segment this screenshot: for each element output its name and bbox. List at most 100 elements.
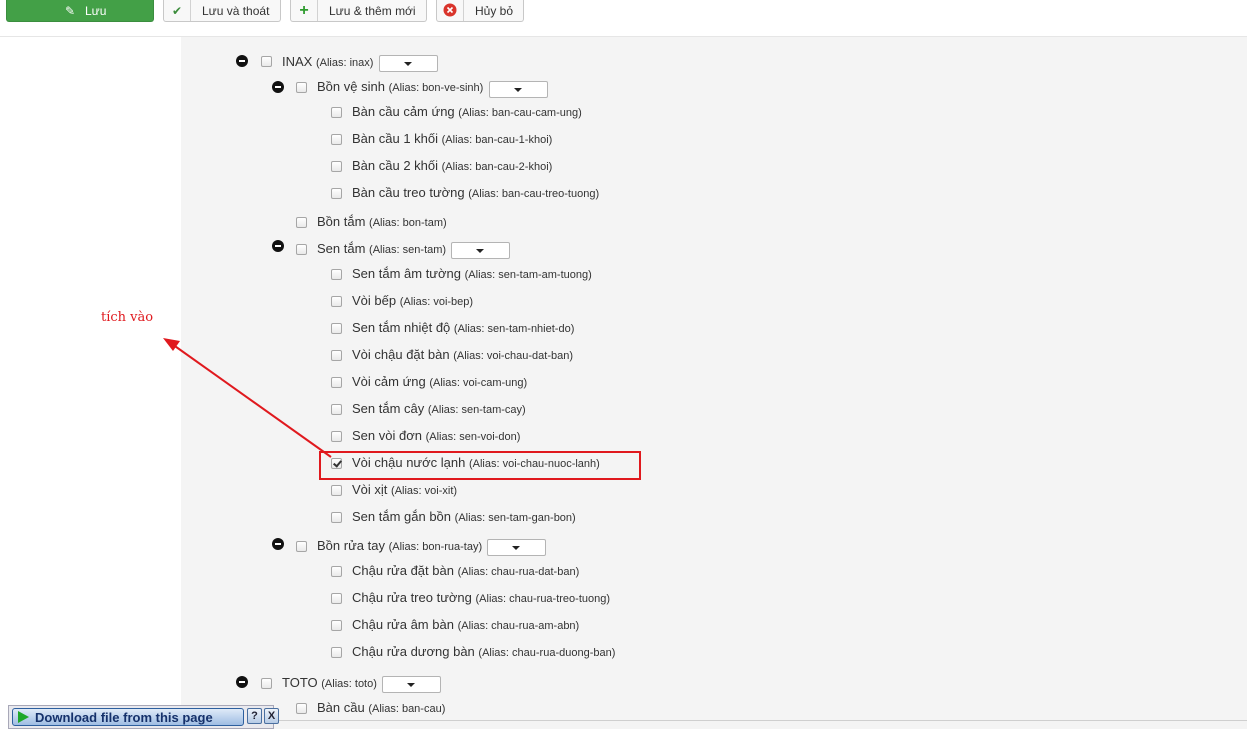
- node-label: Sen vòi đơn: [352, 428, 422, 443]
- checkbox[interactable]: [331, 188, 342, 199]
- tree-node-ban-cau-1-khoi: Bàn cầu 1 khối (Alias: ban-cau-1-khoi): [352, 129, 552, 149]
- order-dropdown[interactable]: [489, 81, 548, 98]
- download-bar: Download file from this page ? X: [8, 705, 279, 729]
- cancel-label: Hủy bỏ: [475, 4, 514, 18]
- checkbox[interactable]: [331, 647, 342, 658]
- node-label: Vòi chậu đặt bàn: [352, 347, 450, 362]
- node-alias: (Alias: bon-ve-sinh): [388, 82, 484, 94]
- order-dropdown[interactable]: [379, 55, 438, 72]
- category-tree: INAX (Alias: inax) Bồn vệ sinh (Alias: b…: [181, 37, 1247, 729]
- cancel-button[interactable]: Hủy bỏ: [436, 0, 524, 22]
- tree-node-toto: TOTO (Alias: toto): [282, 673, 377, 693]
- node-label: Chậu rửa âm bàn: [352, 617, 454, 632]
- close-icon[interactable]: X: [264, 708, 279, 724]
- save-button-label: Lưu: [85, 4, 107, 18]
- checkbox[interactable]: [331, 566, 342, 577]
- checkbox[interactable]: [296, 244, 307, 255]
- node-alias: (Alias: ban-cau-2-khoi): [441, 161, 553, 173]
- order-dropdown[interactable]: [382, 676, 441, 693]
- tree-node-voi-bep: Vòi bếp (Alias: voi-bep): [352, 291, 473, 311]
- checkbox[interactable]: [331, 161, 342, 172]
- node-label: INAX: [282, 54, 313, 69]
- node-alias: (Alias: sen-tam-am-tuong): [464, 269, 592, 281]
- node-alias: (Alias: voi-bep): [399, 296, 474, 308]
- node-alias: (Alias: chau-rua-dat-ban): [457, 566, 580, 578]
- collapse-icon[interactable]: [272, 81, 284, 93]
- save-and-close-label: Lưu và thoát: [202, 4, 270, 18]
- node-label: Chậu rửa treo tường: [352, 590, 472, 605]
- save-and-close-button[interactable]: ✔ Lưu và thoát: [163, 0, 281, 22]
- node-alias: (Alias: sen-tam-nhiet-do): [453, 323, 575, 335]
- collapse-icon[interactable]: [272, 538, 284, 550]
- node-label: Sen tắm cây: [352, 401, 425, 416]
- checkbox[interactable]: [331, 485, 342, 496]
- node-label: Chậu rửa đặt bàn: [352, 563, 454, 578]
- node-label: Bàn cầu 1 khối: [352, 131, 439, 146]
- checkbox[interactable]: [331, 350, 342, 361]
- save-and-new-label: Lưu & thêm mới: [329, 4, 416, 18]
- tree-node-ban-cau: Bàn cầu (Alias: ban-cau): [317, 698, 445, 718]
- help-icon[interactable]: ?: [247, 708, 262, 724]
- collapse-icon[interactable]: [236, 55, 248, 67]
- checkbox[interactable]: [331, 269, 342, 280]
- save-and-new-button[interactable]: + Lưu & thêm mới: [290, 0, 427, 22]
- node-alias: (Alias: inax): [315, 57, 374, 69]
- tree-node-ban-cau-2-khoi: Bàn cầu 2 khối (Alias: ban-cau-2-khoi): [352, 156, 552, 176]
- checkbox[interactable]: [331, 593, 342, 604]
- checkbox[interactable]: [331, 296, 342, 307]
- checkbox[interactable]: [331, 134, 342, 145]
- node-alias: (Alias: sen-tam): [369, 244, 447, 256]
- node-alias: (Alias: bon-rua-tay): [388, 541, 483, 553]
- tree-node-sen-tam-cay: Sen tắm cây (Alias: sen-tam-cay): [352, 399, 526, 419]
- node-alias: (Alias: ban-cau-treo-tuong): [468, 188, 600, 200]
- checkbox[interactable]: [331, 512, 342, 523]
- tree-node-ban-cau-cam-ung: Bàn cầu cảm ứng (Alias: ban-cau-cam-ung): [352, 102, 582, 122]
- checkbox[interactable]: [331, 377, 342, 388]
- save-button[interactable]: ✎ Lưu: [6, 0, 154, 22]
- annotation-label: tích vào: [101, 310, 154, 325]
- node-label: Bàn cầu cảm ứng: [352, 104, 455, 119]
- node-alias: (Alias: chau-rua-duong-ban): [478, 647, 616, 659]
- order-dropdown[interactable]: [451, 242, 510, 259]
- checkbox[interactable]: [296, 541, 307, 552]
- node-alias: (Alias: ban-cau-cam-ung): [458, 107, 582, 119]
- node-label: Bàn cầu 2 khối: [352, 158, 439, 173]
- node-alias: (Alias: toto): [321, 678, 377, 690]
- collapse-icon[interactable]: [272, 240, 284, 252]
- node-alias: (Alias: ban-cau): [368, 703, 446, 715]
- download-label: Download file from this page: [35, 710, 213, 725]
- checkbox[interactable]: [331, 107, 342, 118]
- node-label: Vòi bếp: [352, 293, 397, 308]
- checkbox[interactable]: [331, 404, 342, 415]
- tree-node-ban-cau-treo-tuong: Bàn cầu treo tường (Alias: ban-cau-treo-…: [352, 183, 599, 203]
- collapse-icon[interactable]: [236, 676, 248, 688]
- order-dropdown[interactable]: [487, 539, 546, 556]
- download-button[interactable]: Download file from this page: [12, 708, 244, 726]
- checkbox[interactable]: [296, 217, 307, 228]
- check-icon: ✔: [164, 0, 191, 21]
- checkbox[interactable]: [331, 620, 342, 631]
- node-alias: (Alias: ban-cau-1-khoi): [441, 134, 553, 146]
- node-alias: (Alias: sen-tam-cay): [427, 404, 526, 416]
- node-alias: (Alias: voi-xit): [391, 485, 458, 497]
- cancel-icon: [437, 0, 464, 21]
- node-alias: (Alias: voi-cam-ung): [429, 377, 528, 389]
- node-alias: (Alias: bon-tam): [369, 217, 447, 229]
- checkbox[interactable]: [331, 323, 342, 334]
- checkbox[interactable]: [261, 678, 272, 689]
- play-icon: [18, 711, 29, 723]
- checkbox[interactable]: [296, 82, 307, 93]
- node-alias: (Alias: chau-rua-am-abn): [457, 620, 580, 632]
- tree-node-sen-tam-gan-bon: Sen tắm gắn bồn (Alias: sen-tam-gan-bon): [352, 507, 576, 527]
- checkbox[interactable]: [331, 431, 342, 442]
- checkbox[interactable]: [296, 703, 307, 714]
- tree-node-inax: INAX (Alias: inax): [282, 52, 373, 72]
- node-label: Bàn cầu treo tường: [352, 185, 465, 200]
- tree-node-chau-rua-dat-ban: Chậu rửa đặt bàn (Alias: chau-rua-dat-ba…: [352, 561, 579, 581]
- node-alias: (Alias: sen-voi-don): [425, 431, 521, 443]
- checkbox[interactable]: [261, 56, 272, 67]
- toolbar: ✎ Lưu ✔ Lưu và thoát + Lưu & thêm mới Hủ…: [0, 0, 1247, 37]
- node-label: Chậu rửa dương bàn: [352, 644, 475, 659]
- tree-node-sen-tam-am-tuong: Sen tắm âm tường (Alias: sen-tam-am-tuon…: [352, 264, 592, 284]
- highlight-box: [319, 451, 641, 480]
